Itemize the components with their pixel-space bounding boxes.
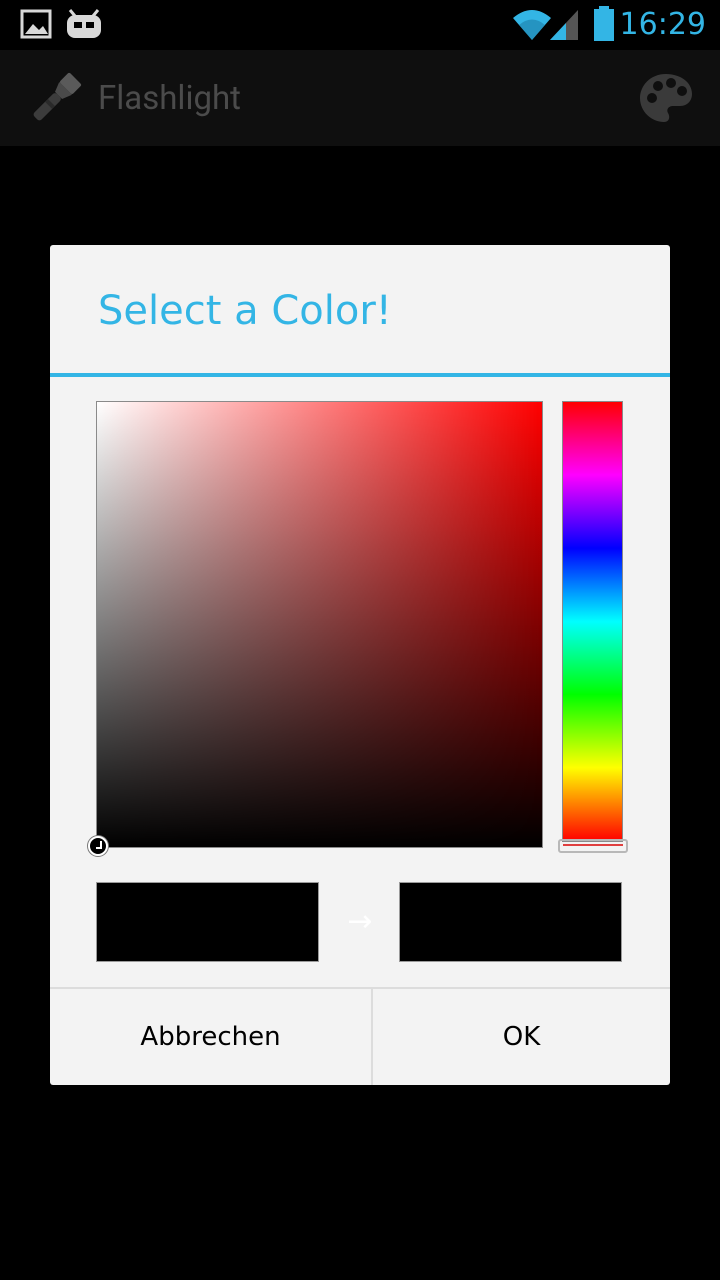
- color-picker-dialog: Select a Color! → Abbrechen OK: [50, 245, 670, 1085]
- hue-slider-tracker[interactable]: [558, 839, 628, 853]
- battery-icon: [594, 6, 614, 41]
- dialog-title: Select a Color!: [98, 288, 392, 334]
- cyanogenmod-notification-icon: [67, 9, 101, 38]
- arrow-right-icon: →: [347, 904, 373, 939]
- ok-button[interactable]: OK: [373, 989, 670, 1085]
- cell-signal-icon: [550, 10, 578, 40]
- old-color-swatch: [96, 882, 319, 962]
- hue-slider[interactable]: [562, 401, 623, 842]
- flashlight-icon[interactable]: [24, 68, 86, 130]
- cancel-button[interactable]: Abbrechen: [50, 989, 371, 1085]
- wifi-icon: [513, 10, 551, 40]
- new-color-swatch: [399, 882, 622, 962]
- dialog-button-bar: Abbrechen OK: [50, 987, 670, 1085]
- palette-icon[interactable]: [638, 72, 694, 124]
- action-bar: Flashlight: [0, 50, 720, 146]
- status-time: 16:29: [619, 7, 706, 42]
- saturation-value-panel[interactable]: [96, 401, 543, 848]
- gallery-notification-icon: [20, 9, 52, 39]
- title-divider: [50, 373, 670, 377]
- status-bar: 16:29: [0, 0, 720, 50]
- saturation-value-cursor[interactable]: [88, 836, 108, 856]
- app-title: Flashlight: [98, 79, 241, 118]
